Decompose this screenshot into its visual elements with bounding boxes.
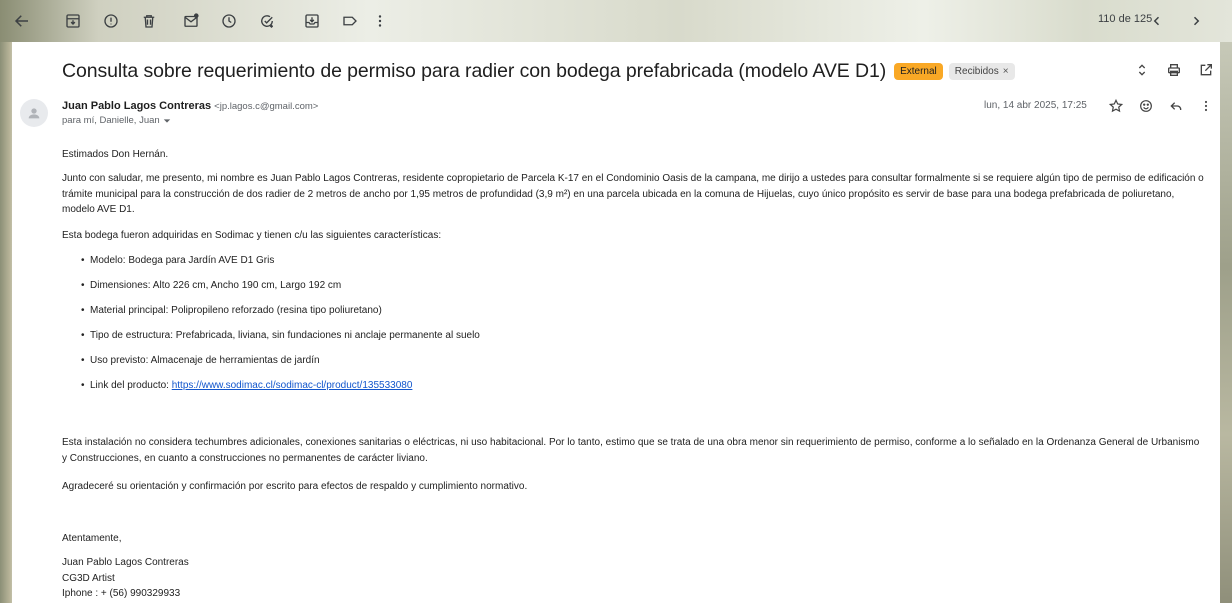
note-paragraph: Esta instalación no considera techumbres… [62, 437, 1200, 464]
move-to-icon[interactable] [298, 7, 326, 35]
greeting: Estimados Don Hernán. [62, 149, 169, 160]
recipients-text: para mí, Danielle, Juan [62, 115, 160, 126]
sender-line: Juan Pablo Lagos Contreras <jp.lagos.c@gm… [62, 100, 318, 112]
toolbar-group-more [366, 7, 394, 35]
print-icon[interactable] [1164, 60, 1184, 80]
list-item-link: Link del producto: https://www.sodimac.c… [81, 378, 413, 394]
list-item: Material principal: Polipropileno reforz… [81, 303, 382, 319]
signature-title: CG3D Artist [62, 572, 115, 584]
product-link[interactable]: https://www.sodimac.cl/sodimac-cl/produc… [172, 380, 413, 391]
toolbar-group-primary [59, 7, 163, 35]
add-task-icon[interactable] [253, 7, 281, 35]
subject-actions [1132, 60, 1216, 80]
message-card: Consulta sobre requerimiento de permiso … [12, 42, 1220, 603]
remove-label-button[interactable]: × [1003, 65, 1009, 78]
signature-phone: Iphone : + (56) 990329933 [62, 588, 181, 599]
delete-icon[interactable] [135, 7, 163, 35]
sender-name[interactable]: Juan Pablo Lagos Contreras [62, 100, 211, 112]
emoji-reaction-icon[interactable] [1136, 96, 1156, 116]
chevron-right-icon[interactable] [1182, 7, 1210, 35]
reply-icon[interactable] [1166, 96, 1186, 116]
toolbar-group-organize [298, 7, 364, 35]
star-icon[interactable] [1106, 96, 1126, 116]
more-vert-icon[interactable] [366, 7, 394, 35]
signature-name: Juan Pablo Lagos Contreras [62, 557, 189, 568]
snooze-icon[interactable] [215, 7, 243, 35]
right-edge-background [1220, 42, 1232, 603]
archive-icon[interactable] [59, 7, 87, 35]
mark-unread-icon[interactable] [177, 7, 205, 35]
thanks-paragraph: Agradeceré su orientación y confirmación… [62, 481, 528, 492]
label-icon[interactable] [336, 7, 364, 35]
inbox-label-chip[interactable]: Recibidos × [948, 63, 1015, 80]
recipients-dropdown[interactable]: para mí, Danielle, Juan [62, 115, 171, 126]
toolbar-group-secondary [177, 7, 281, 35]
bodega-paragraph: Esta bodega fueron adquiridas en Sodimac… [62, 230, 442, 241]
open-new-window-icon[interactable] [1196, 60, 1216, 80]
signature: Juan Pablo Lagos Contreras CG3D Artist I… [62, 555, 189, 602]
list-item: Tipo de estructura: Prefabricada, livian… [81, 328, 480, 344]
chevron-left-icon[interactable] [1143, 7, 1171, 35]
caret-down-icon [163, 118, 170, 123]
report-spam-icon[interactable] [97, 7, 125, 35]
sender-avatar[interactable] [20, 99, 48, 127]
expand-collapse-icon[interactable] [1132, 60, 1152, 80]
sender-email: <jp.lagos.c@gmail.com> [214, 101, 319, 112]
more-vert-icon[interactable] [1196, 96, 1216, 116]
intro-paragraph: Junto con saludar, me presento, mi nombr… [62, 173, 1204, 215]
message-actions [1106, 96, 1216, 116]
message-toolbar: 110 de 125 [0, 0, 1232, 42]
link-label: Link del producto: [90, 380, 172, 391]
list-item: Modelo: Bodega para Jardín AVE D1 Gris [81, 253, 274, 269]
list-item: Dimensiones: Alto 226 cm, Ancho 190 cm, … [81, 278, 341, 294]
message-date: lun, 14 abr 2025, 17:25 [984, 100, 1087, 111]
external-badge: External [894, 63, 943, 80]
subject-row: Consulta sobre requerimiento de permiso … [62, 60, 1015, 83]
list-item: Uso previsto: Almacenaje de herramientas… [81, 353, 320, 369]
inbox-label-text: Recibidos [954, 66, 999, 77]
closing: Atentamente, [62, 533, 122, 544]
message-subject: Consulta sobre requerimiento de permiso … [62, 60, 887, 82]
arrow-left-icon[interactable] [8, 7, 36, 35]
